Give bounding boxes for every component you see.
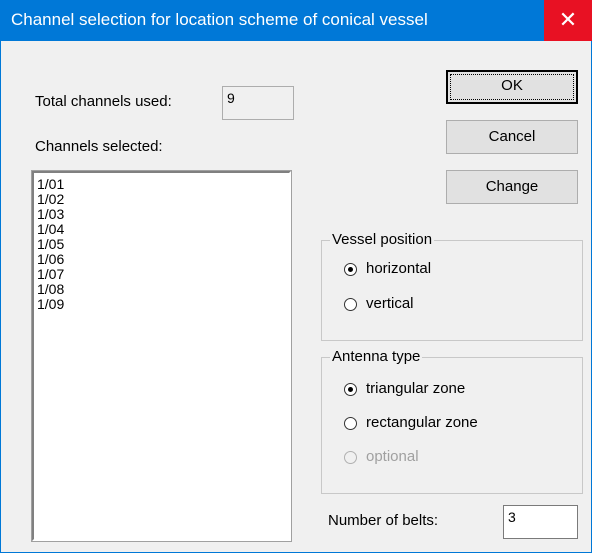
channels-selected-label: Channels selected: bbox=[35, 138, 163, 155]
list-item[interactable]: 1/04 bbox=[37, 222, 286, 237]
list-item[interactable]: 1/06 bbox=[37, 252, 286, 267]
list-item[interactable]: 1/01 bbox=[37, 177, 286, 192]
vessel-position-group: Vessel position horizontal vertical bbox=[321, 231, 583, 341]
radio-indicator[interactable] bbox=[344, 298, 357, 311]
ok-button[interactable]: OK bbox=[446, 70, 578, 104]
focus-rectangle bbox=[450, 74, 574, 100]
radio-indicator[interactable] bbox=[344, 417, 357, 430]
total-channels-field: 9 bbox=[222, 86, 294, 120]
radio-label: vertical bbox=[366, 295, 414, 312]
list-item[interactable]: 1/02 bbox=[37, 192, 286, 207]
radio-label: rectangular zone bbox=[366, 414, 478, 431]
window-title: Channel selection for location scheme of… bbox=[11, 10, 428, 29]
title-bar: Channel selection for location scheme of… bbox=[0, 0, 592, 41]
number-of-belts-label: Number of belts: bbox=[328, 512, 439, 529]
antenna-type-title: Antenna type bbox=[330, 348, 423, 365]
change-button-label: Change bbox=[485, 178, 539, 195]
radio-indicator[interactable] bbox=[344, 263, 357, 276]
radio-indicator[interactable] bbox=[344, 383, 357, 396]
list-item[interactable]: 1/09 bbox=[37, 297, 286, 312]
list-item[interactable]: 1/03 bbox=[37, 207, 286, 222]
radio-label: horizontal bbox=[366, 260, 432, 277]
list-item[interactable]: 1/07 bbox=[37, 267, 286, 282]
change-button[interactable]: Change bbox=[446, 170, 578, 204]
vessel-position-title: Vessel position bbox=[330, 231, 435, 248]
close-button[interactable]: ✕ bbox=[544, 0, 592, 41]
channels-listbox[interactable]: 1/01 1/02 1/03 1/04 1/05 1/06 1/07 1/08 … bbox=[31, 170, 292, 542]
close-icon: ✕ bbox=[558, 7, 578, 32]
radio-label: optional bbox=[366, 448, 419, 465]
antenna-type-group: Antenna type triangular zone rectangular… bbox=[321, 348, 583, 494]
total-channels-label: Total channels used: bbox=[35, 93, 172, 110]
list-item[interactable]: 1/05 bbox=[37, 237, 286, 252]
cancel-button[interactable]: Cancel bbox=[446, 120, 578, 154]
list-item[interactable]: 1/08 bbox=[37, 282, 286, 297]
cancel-button-label: Cancel bbox=[488, 128, 536, 145]
radio-indicator bbox=[344, 451, 357, 464]
number-of-belts-input[interactable]: 3 bbox=[503, 505, 578, 539]
radio-label: triangular zone bbox=[366, 380, 466, 397]
